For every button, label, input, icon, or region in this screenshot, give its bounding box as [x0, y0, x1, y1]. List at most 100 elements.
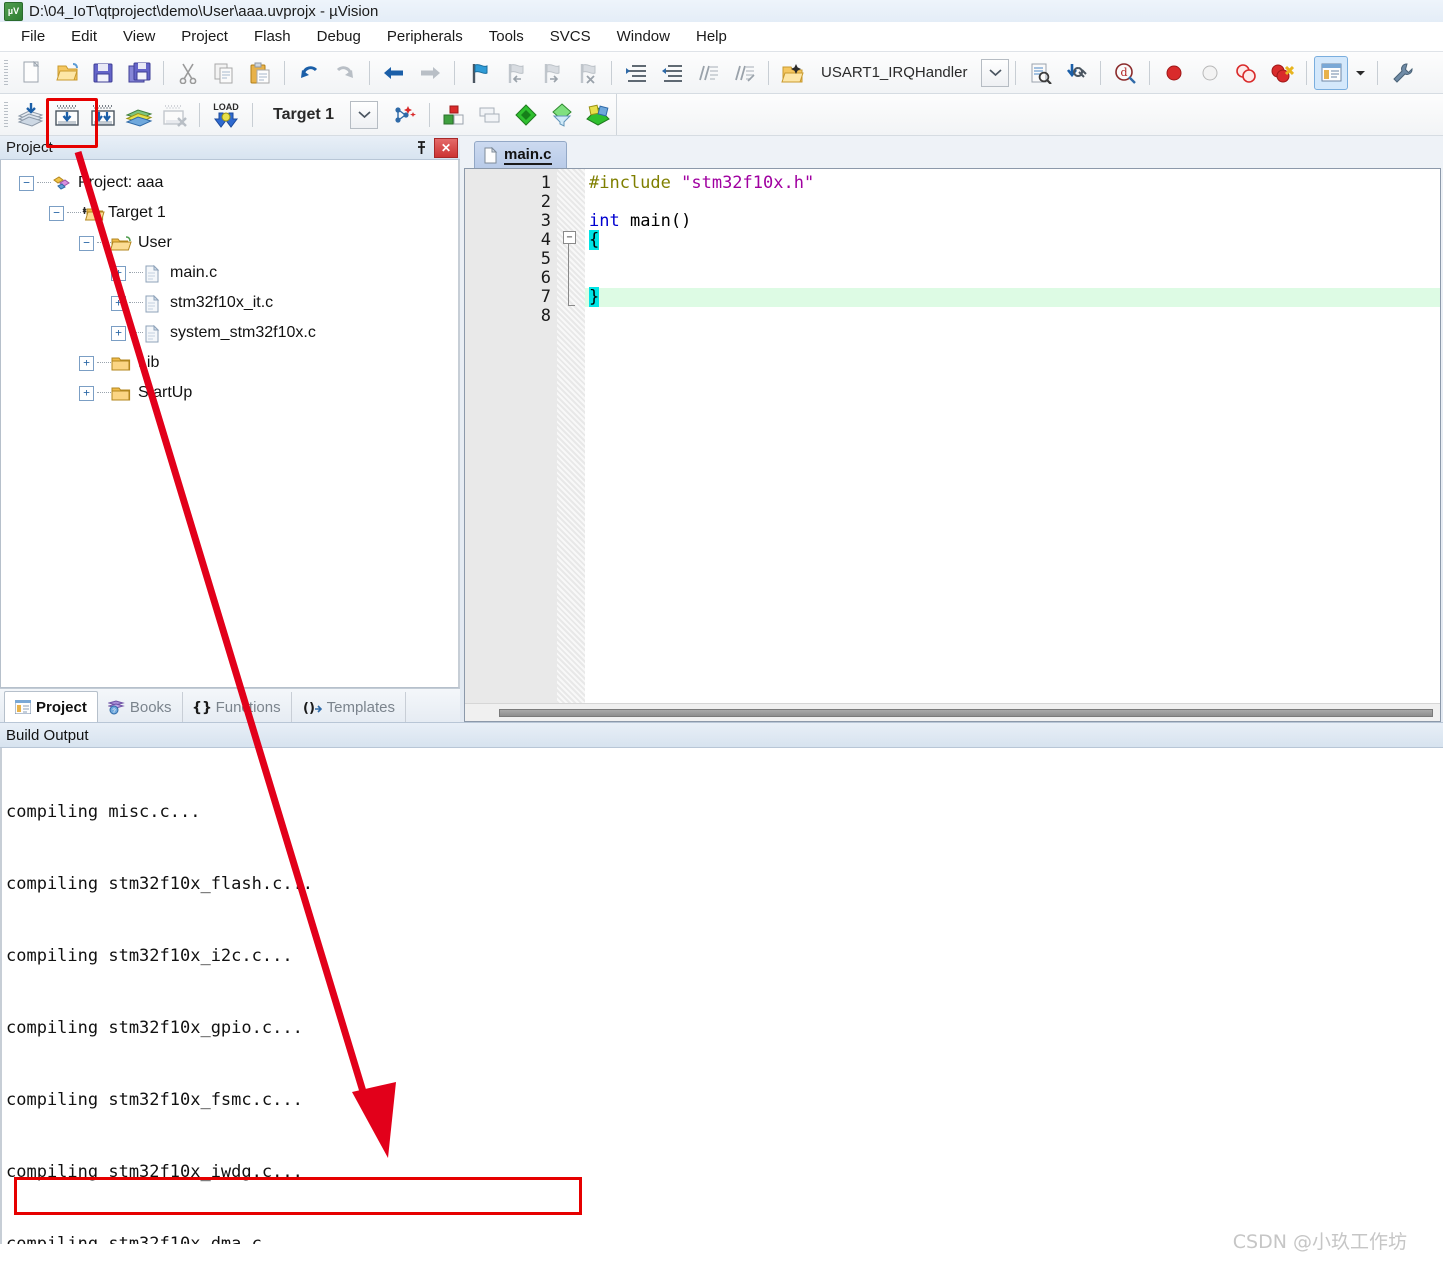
tree-node-target[interactable]: − Target 1: [11, 198, 458, 228]
code-folding-column[interactable]: −: [557, 169, 585, 703]
tab-books[interactable]: ? Books: [98, 692, 183, 722]
start-debug-session-icon[interactable]: d: [1108, 56, 1142, 90]
pack-filter-icon[interactable]: [545, 98, 579, 132]
editor-horizontal-scrollbar[interactable]: [465, 703, 1440, 721]
tree-node-file-system-stm32f10x-c[interactable]: + system_stm32f10x.c: [11, 318, 458, 348]
expander-plus-icon[interactable]: +: [111, 295, 126, 311]
fold-range-end: [568, 305, 575, 306]
bookmark-toggle-icon[interactable]: [462, 56, 496, 90]
bookmark-previous-icon[interactable]: [498, 56, 532, 90]
menu-item-debug[interactable]: Debug: [304, 24, 374, 49]
build-target-icon[interactable]: [50, 98, 84, 132]
disable-breakpoint-icon[interactable]: [1193, 56, 1227, 90]
expander-plus-icon[interactable]: +: [79, 385, 94, 401]
tree-connector: [97, 362, 111, 364]
project-window-icon: [15, 700, 31, 714]
menu-item-view[interactable]: View: [110, 24, 168, 49]
build-output-line: compiling stm32f10x_gpio.c...: [6, 1018, 303, 1038]
find-in-files-icon[interactable]: [1023, 56, 1057, 90]
save-all-icon[interactable]: [122, 56, 156, 90]
preprocessor-token: #include: [589, 173, 682, 193]
pack-manage-icon[interactable]: [581, 98, 615, 132]
build-output-text[interactable]: compiling misc.c... compiling stm32f10x_…: [0, 748, 1443, 1244]
project-tree[interactable]: − Project: aaa − Target 1 − User + main.…: [0, 160, 460, 688]
stop-build-icon[interactable]: [158, 98, 192, 132]
indent-increase-icon[interactable]: [619, 56, 653, 90]
menu-item-edit[interactable]: Edit: [58, 24, 110, 49]
menu-item-tools[interactable]: Tools: [476, 24, 537, 49]
expander-plus-icon[interactable]: +: [111, 325, 126, 341]
target-selector-dropdown[interactable]: [350, 100, 379, 129]
menu-item-file[interactable]: File: [8, 24, 58, 49]
function-selector-dropdown[interactable]: [981, 58, 1010, 87]
close-icon[interactable]: ✕: [434, 137, 458, 158]
expander-minus-icon[interactable]: −: [49, 205, 64, 221]
fold-collapse-icon[interactable]: −: [563, 231, 576, 244]
manage-project-items-icon[interactable]: [388, 98, 422, 132]
toolbar-separator: [163, 60, 164, 85]
menu-item-svcs[interactable]: SVCS: [537, 24, 604, 49]
paste-icon[interactable]: [243, 56, 277, 90]
disable-all-breakpoints-icon[interactable]: [1229, 56, 1263, 90]
copy-icon[interactable]: [207, 56, 241, 90]
configure-tools-icon[interactable]: [1385, 56, 1419, 90]
pin-icon[interactable]: [411, 138, 431, 158]
expander-plus-icon[interactable]: +: [79, 355, 94, 371]
editor-tab-main-c[interactable]: main.c: [474, 141, 567, 168]
comment-lines-icon[interactable]: [691, 56, 725, 90]
save-icon[interactable]: [86, 56, 120, 90]
navigate-backward-icon[interactable]: [377, 56, 411, 90]
active-target-name[interactable]: Target 1: [259, 106, 346, 124]
cut-icon[interactable]: [171, 56, 205, 90]
menu-item-help[interactable]: Help: [683, 24, 740, 49]
tree-node-group-startup[interactable]: + StartUp: [11, 378, 458, 408]
menu-item-window[interactable]: Window: [604, 24, 683, 49]
navigate-forward-icon[interactable]: [413, 56, 447, 90]
kill-all-breakpoints-icon[interactable]: [1265, 56, 1299, 90]
redo-icon[interactable]: [328, 56, 362, 90]
code-area[interactable]: 1 2 3 4 5 6 7 8 − #include "stm32f10x.h"…: [465, 169, 1440, 703]
expander-plus-icon[interactable]: +: [111, 265, 126, 281]
bookmark-clear-icon[interactable]: [570, 56, 604, 90]
tree-node-file-main-c[interactable]: + main.c: [11, 258, 458, 288]
tree-node-group-lib[interactable]: + Lib: [11, 348, 458, 378]
rebuild-all-icon[interactable]: [86, 98, 120, 132]
pack-installer-green-icon[interactable]: [509, 98, 543, 132]
open-documentation-icon[interactable]: [776, 56, 810, 90]
tree-node-label: User: [138, 234, 172, 251]
code-text[interactable]: #include "stm32f10x.h" int main() { }: [585, 169, 1440, 703]
configure-debug-icon[interactable]: [1059, 56, 1093, 90]
uncomment-lines-icon[interactable]: [727, 56, 761, 90]
line-number: 8: [540, 306, 551, 326]
toolbar-grip[interactable]: [4, 59, 8, 86]
bookmark-next-icon[interactable]: [534, 56, 568, 90]
tree-node-project[interactable]: − Project: aaa: [11, 168, 458, 198]
tab-templates[interactable]: () Templates: [292, 692, 406, 722]
tab-functions[interactable]: {} Functions: [183, 692, 292, 722]
scrollbar-thumb[interactable]: [499, 708, 1434, 717]
project-window-dropdown-icon[interactable]: [1350, 56, 1370, 90]
download-to-flash-icon[interactable]: LOAD: [207, 98, 245, 132]
batch-build-icon[interactable]: [122, 98, 156, 132]
tree-node-file-stm32f10x-it-c[interactable]: + stm32f10x_it.c: [11, 288, 458, 318]
manage-runtime-environment-icon[interactable]: [437, 98, 471, 132]
project-window-icon[interactable]: [1314, 55, 1349, 90]
new-file-icon[interactable]: [14, 56, 48, 90]
indent-decrease-icon[interactable]: [655, 56, 689, 90]
open-file-icon[interactable]: [50, 56, 84, 90]
tree-node-group-user[interactable]: − User: [11, 228, 458, 258]
menu-item-peripherals[interactable]: Peripherals: [374, 24, 476, 49]
translate-file-icon[interactable]: [14, 98, 48, 132]
undo-icon[interactable]: [292, 56, 326, 90]
tab-project[interactable]: Project: [4, 691, 98, 723]
expander-minus-icon[interactable]: −: [19, 175, 34, 191]
menu-item-project[interactable]: Project: [168, 24, 241, 49]
line-number: 1: [540, 173, 551, 193]
toolbar-grip[interactable]: [4, 101, 8, 128]
menu-item-flash[interactable]: Flash: [241, 24, 304, 49]
insert-breakpoint-icon[interactable]: [1157, 56, 1191, 90]
expander-minus-icon[interactable]: −: [79, 235, 94, 251]
function-selector-value[interactable]: USART1_IRQHandler: [811, 64, 977, 81]
svg-text:{}: {}: [193, 700, 211, 715]
multi-project-icon[interactable]: [473, 98, 507, 132]
